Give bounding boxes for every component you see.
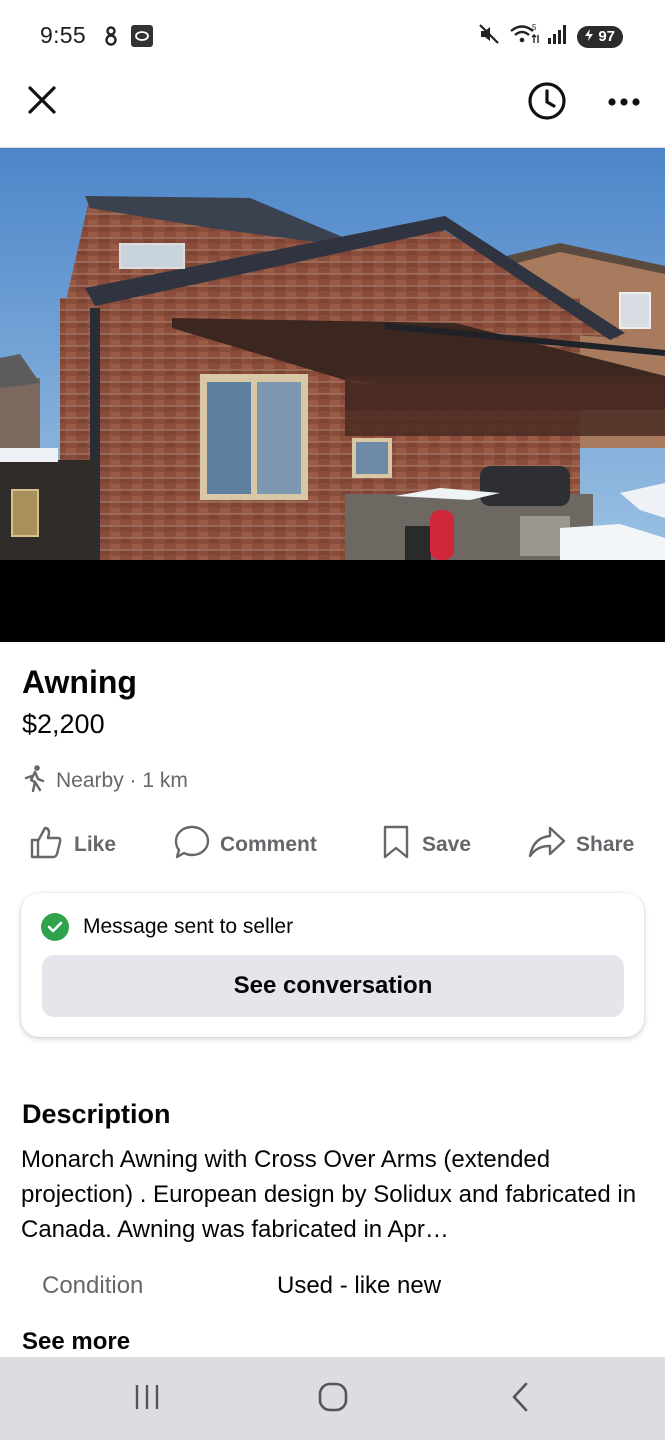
battery-icon	[583, 28, 595, 46]
wifi-icon: 5	[509, 22, 540, 51]
close-button[interactable]	[22, 82, 62, 122]
app-bar	[0, 72, 665, 148]
app-icon	[130, 24, 154, 53]
like-button[interactable]: Like	[28, 820, 116, 870]
condition-label: Condition	[42, 1272, 144, 1299]
check-circle-icon	[41, 913, 69, 941]
listing-price: $2,200	[22, 709, 105, 739]
comment-label: Comment	[220, 833, 317, 856]
status-left-icons	[104, 24, 154, 53]
status-bar: 9:55 5 97	[0, 0, 665, 72]
description-text: Monarch Awning with Cross Over Arms (ext…	[21, 1146, 637, 1243]
back-icon	[508, 1381, 532, 1418]
more-options-button[interactable]	[602, 86, 646, 120]
recent-apps-icon	[132, 1382, 162, 1417]
save-button[interactable]: Save	[380, 820, 471, 870]
comment-button[interactable]: Comment	[174, 820, 317, 870]
like-label: Like	[74, 833, 117, 856]
back-button[interactable]	[490, 1377, 550, 1421]
status-right-icons: 5 97	[477, 22, 623, 51]
more-icon	[607, 94, 641, 112]
svg-text:5: 5	[532, 23, 537, 32]
signal-icon	[547, 23, 569, 50]
share-button[interactable]: Share	[528, 820, 634, 870]
share-label: Share	[576, 833, 635, 856]
description-heading: Description	[22, 1099, 171, 1129]
save-label: Save	[422, 833, 472, 856]
thumbs-up-icon	[28, 824, 64, 866]
condition-value: Used - like new	[277, 1272, 442, 1299]
see-more-link[interactable]: See more	[22, 1328, 130, 1356]
listing-photo[interactable]	[0, 148, 665, 642]
notification-icon	[104, 25, 118, 52]
status-time: 9:55	[40, 22, 86, 48]
listing-title: Awning	[22, 664, 137, 700]
see-conversation-button[interactable]: See conversation	[42, 955, 624, 1017]
walking-icon	[22, 764, 48, 798]
message-card: Message sent to seller See conversation	[21, 893, 644, 1037]
close-icon	[26, 84, 58, 121]
home-icon	[317, 1381, 349, 1418]
message-status: Message sent to seller	[41, 913, 293, 941]
location-text: Nearby · 1 km	[56, 769, 188, 792]
share-icon	[528, 824, 566, 866]
mute-icon	[477, 22, 501, 51]
message-status-text: Message sent to seller	[83, 915, 294, 938]
system-nav-bar	[0, 1357, 665, 1440]
comment-icon	[174, 824, 210, 866]
clock-icon	[527, 81, 567, 126]
battery-level: 97	[598, 28, 615, 45]
action-row: Like Comment Save Share	[0, 820, 665, 870]
history-button[interactable]	[525, 81, 569, 125]
recent-apps-button[interactable]	[117, 1377, 177, 1421]
bookmark-icon	[380, 824, 412, 866]
battery-indicator: 97	[577, 25, 623, 48]
listing-location: Nearby · 1 km	[22, 764, 188, 798]
home-button[interactable]	[303, 1377, 363, 1421]
